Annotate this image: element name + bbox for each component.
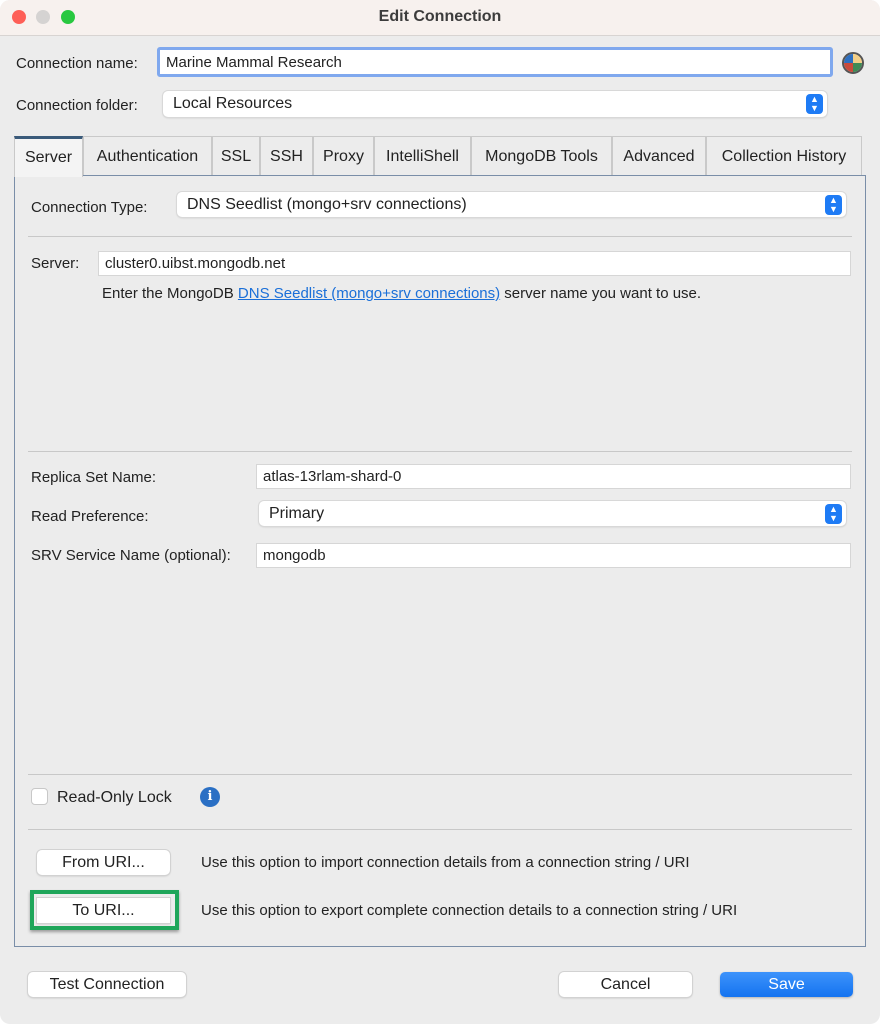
tab-label: Advanced (623, 147, 695, 165)
help-prefix: Enter the MongoDB (102, 285, 238, 302)
tab-label: IntelliShell (386, 147, 459, 165)
to-uri-description: Use this option to export complete conne… (201, 902, 738, 919)
server-help-text: Enter the MongoDB DNS Seedlist (mongo+sr… (102, 285, 701, 302)
tab-label: Proxy (323, 147, 364, 165)
srv-service-input[interactable]: mongodb (256, 543, 851, 568)
cancel-button[interactable]: Cancel (559, 972, 692, 997)
tab-ssh[interactable]: SSH (260, 136, 313, 176)
tab-server[interactable]: Server (14, 136, 83, 177)
chevron-updown-icon: ▲ ▼ (825, 503, 842, 524)
tab-ssl[interactable]: SSL (212, 136, 260, 176)
divider (28, 774, 852, 775)
help-suffix: server name you want to use. (500, 285, 702, 302)
test-connection-button[interactable]: Test Connection (28, 972, 186, 997)
tab-intellishell[interactable]: IntelliShell (374, 136, 471, 176)
window-title: Edit Connection (378, 8, 502, 25)
read-only-lock-checkbox[interactable] (31, 788, 48, 805)
color-picker-icon[interactable] (842, 52, 864, 74)
chevron-updown-icon: ▲ ▼ (825, 194, 842, 215)
srv-service-label: SRV Service Name (optional): (31, 547, 231, 564)
divider (28, 236, 852, 237)
tab-label: Server (24, 149, 73, 166)
chevron-updown-icon: ▲ ▼ (806, 94, 823, 114)
dns-seedlist-link[interactable]: DNS Seedlist (mongo+srv connections) (238, 285, 500, 302)
read-only-lock-label: Read-Only Lock (57, 789, 172, 806)
connection-type-value: DNS Seedlist (mongo+srv connections) (187, 195, 467, 213)
divider (28, 451, 852, 452)
tab-label: SSH (270, 147, 303, 165)
tab-label: Authentication (96, 147, 199, 165)
tab-advanced[interactable]: Advanced (612, 136, 706, 176)
read-preference-select[interactable]: Primary ▲ ▼ (259, 501, 846, 526)
replica-set-label: Replica Set Name: (31, 469, 157, 486)
read-preference-value: Primary (269, 504, 325, 522)
connection-name-input[interactable]: Marine Mammal Research (157, 47, 833, 77)
replica-set-input[interactable]: atlas-13rlam-shard-0 (256, 464, 851, 489)
connection-type-select[interactable]: DNS Seedlist (mongo+srv connections) ▲ ▼ (177, 192, 846, 217)
to-uri-button[interactable]: To URI... (37, 898, 170, 923)
server-label: Server: (31, 255, 80, 272)
edit-connection-window: Edit Connection Connection name: Marine … (0, 0, 880, 1024)
tab-authentication[interactable]: Authentication (83, 136, 212, 176)
server-input[interactable]: cluster0.uibst.mongodb.net (98, 251, 851, 276)
tab-collection-history[interactable]: Collection History (706, 136, 862, 176)
title-bar: Edit Connection (0, 0, 880, 36)
tab-mongodb-tools[interactable]: MongoDB Tools (471, 136, 612, 176)
connection-type-label: Connection Type: (31, 199, 148, 216)
connection-folder-select[interactable]: Local Resources ▲ ▼ (163, 91, 827, 117)
tab-proxy[interactable]: Proxy (313, 136, 374, 176)
connection-folder-label: Connection folder: (16, 97, 138, 114)
tab-label: MongoDB Tools (485, 147, 598, 165)
save-button[interactable]: Save (720, 972, 853, 997)
divider (28, 829, 852, 830)
read-preference-label: Read Preference: (31, 508, 149, 525)
tab-label: SSL (220, 147, 252, 165)
info-icon[interactable]: i (200, 787, 220, 807)
from-uri-description: Use this option to import connection det… (201, 854, 690, 871)
connection-folder-value: Local Resources (173, 95, 293, 112)
tab-label: Collection History (721, 147, 847, 165)
from-uri-button[interactable]: From URI... (37, 850, 170, 875)
connection-name-label: Connection name: (16, 55, 138, 72)
